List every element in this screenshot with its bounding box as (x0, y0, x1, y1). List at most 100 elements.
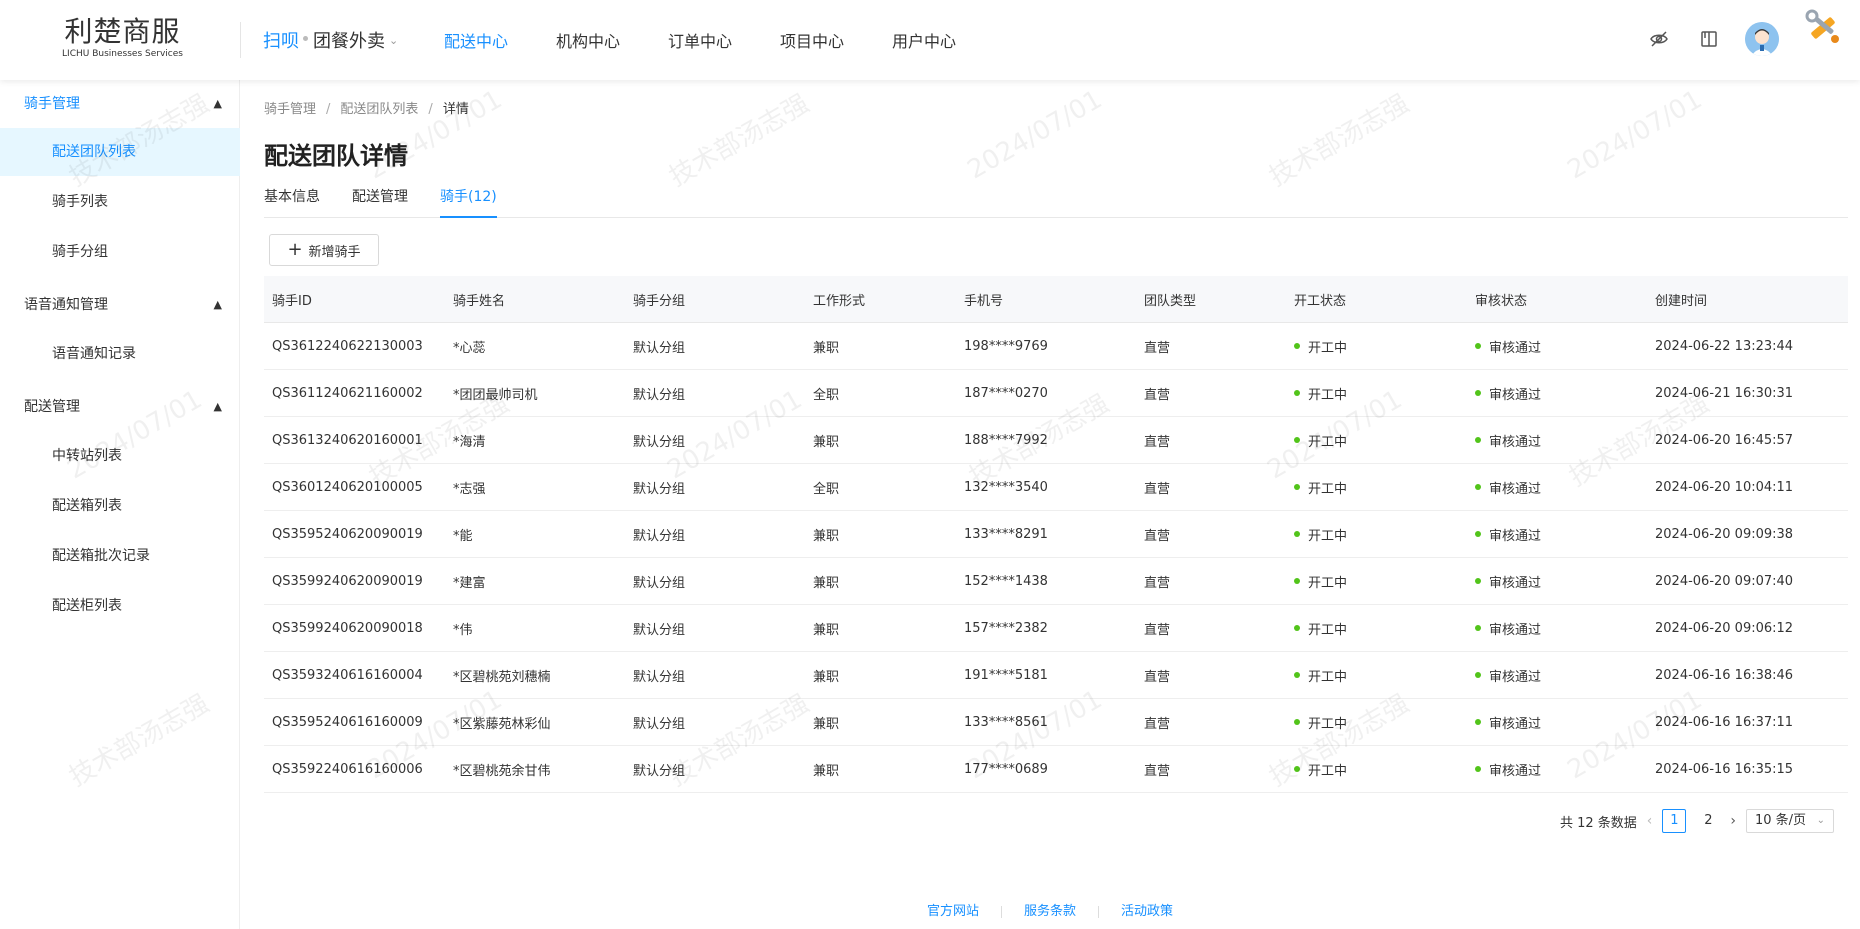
tab-bar: 基本信息 配送管理 骑手(12) (264, 186, 1848, 218)
eye-slash-icon[interactable] (1648, 28, 1670, 50)
created-time-cell: 2024-06-20 16:45:57 (1655, 432, 1794, 448)
chevron-right-icon[interactable]: › (1730, 813, 1736, 829)
scan-brand-link[interactable]: 扫呗 (263, 27, 299, 53)
created-time-cell: 2024-06-20 09:07:40 (1655, 573, 1794, 589)
table-row[interactable]: QS3612240622130003 *心蕊 默认分组 兼职 198****9769 直营… (264, 323, 1848, 370)
status-text: 开工中 (1308, 669, 1348, 685)
breadcrumb-item[interactable]: 骑手管理 (264, 102, 316, 117)
page-size-select[interactable]: 10 条/页 ⌄ (1746, 809, 1834, 833)
sidebar-group-delivery-management[interactable]: 配送管理 ▲ (0, 385, 240, 429)
phone-cell: 133****8561 (964, 714, 1048, 730)
nav-delivery-center[interactable]: 配送中心 (444, 28, 508, 52)
sidebar-group-voice-notify[interactable]: 语音通知管理 ▲ (0, 283, 240, 327)
review-status-cell: 审核通过 (1467, 384, 1647, 403)
rider-name-cell: *伟 (453, 622, 473, 638)
created-time-cell: 2024-06-20 10:04:11 (1655, 479, 1794, 495)
breadcrumb: 骑手管理 / 配送团队列表 / 详情 (264, 98, 469, 117)
rider-name-cell: *团团最帅司机 (453, 387, 538, 403)
work-status-cell: 开工中 (1286, 572, 1467, 591)
status-dot-icon (1294, 484, 1300, 490)
table-row[interactable]: QS3611240621160002 *团团最帅司机 默认分组 全职 187****02… (264, 370, 1848, 417)
review-status-cell: 审核通过 (1467, 572, 1647, 591)
book-icon[interactable] (1698, 28, 1720, 50)
footer-link-official-site[interactable]: 官方网站 (927, 904, 979, 919)
status-dot-icon (1475, 437, 1481, 443)
status-text: 开工中 (1308, 622, 1348, 638)
nav-user-center[interactable]: 用户中心 (892, 28, 956, 52)
add-rider-button[interactable]: + 新增骑手 (269, 234, 379, 266)
team-type-cell: 直营 (1144, 434, 1171, 450)
status-dot-icon (1294, 719, 1300, 725)
business-select-value: 团餐外卖 (313, 31, 385, 52)
created-time-cell: 2024-06-20 09:06:12 (1655, 620, 1794, 636)
sidebar-item-cabinet-list[interactable]: 配送柜列表 (0, 582, 240, 630)
footer-link-terms[interactable]: 服务条款 (1024, 904, 1076, 919)
work-type-cell: 兼职 (813, 669, 840, 685)
work-status-cell: 开工中 (1286, 619, 1467, 638)
business-select[interactable]: 团餐外卖 ⌄ (313, 27, 398, 53)
table-row[interactable]: QS3592240616160006 *区碧桃苑余甘伟 默认分组 兼职 177****0… (264, 746, 1848, 793)
sidebar-item-box-batch-records[interactable]: 配送箱批次记录 (0, 532, 240, 580)
chevron-left-icon[interactable]: ‹ (1647, 813, 1653, 829)
footer-link-activity-policy[interactable]: 活动政策 (1121, 904, 1173, 919)
nav-project-center[interactable]: 项目中心 (780, 28, 844, 52)
chevron-down-icon: ⌄ (1816, 815, 1825, 826)
status-dot-icon (1475, 719, 1481, 725)
logo[interactable]: 利楚商服 LICHU Businesses Services (60, 16, 185, 60)
table-row[interactable]: QS3599240620090019 *建富 默认分组 兼职 152****1438 直营… (264, 558, 1848, 605)
phone-cell: 198****9769 (964, 338, 1048, 354)
table-row[interactable]: QS3601240620100005 *志强 默认分组 全职 132****3540 直营… (264, 464, 1848, 511)
pagination-total: 共 12 条数据 (1559, 815, 1637, 831)
table-row[interactable]: QS3595240620090019 *能 默认分组 兼职 133****8291 直营 开… (264, 511, 1848, 558)
status-text: 审核通过 (1489, 669, 1542, 685)
tab-riders[interactable]: 骑手(12) (440, 186, 497, 218)
sidebar-item-rider-list[interactable]: 骑手列表 (0, 178, 240, 226)
created-time-cell: 2024-06-16 16:38:46 (1655, 667, 1794, 683)
breadcrumb-separator: / (326, 102, 331, 117)
status-text: 审核通过 (1489, 575, 1542, 591)
page-number-2[interactable]: 2 (1696, 809, 1720, 833)
sidebar-item-transfer-station-list[interactable]: 中转站列表 (0, 432, 240, 480)
rider-group-cell: 默认分组 (633, 528, 686, 544)
rider-id-cell: QS3592240616160006 (272, 761, 423, 777)
user-avatar-icon[interactable] (1745, 22, 1779, 56)
sidebar-item-team-list[interactable]: 配送团队列表 (0, 128, 240, 176)
status-dot-icon (1294, 766, 1300, 772)
phone-cell: 157****2382 (964, 620, 1048, 636)
column-header: 骑手ID (272, 293, 312, 309)
phone-cell: 187****0270 (964, 385, 1048, 401)
sidebar-item-rider-group[interactable]: 骑手分组 (0, 228, 240, 276)
created-time-cell: 2024-06-16 16:35:15 (1655, 761, 1794, 777)
status-text: 开工中 (1308, 340, 1348, 356)
tab-delivery-management[interactable]: 配送管理 (352, 186, 408, 218)
tab-basic-info[interactable]: 基本信息 (264, 186, 320, 218)
status-text: 开工中 (1308, 575, 1348, 591)
rider-id-cell: QS3593240616160004 (272, 667, 423, 683)
work-type-cell: 兼职 (813, 434, 840, 450)
sidebar: 骑手管理 ▲ 配送团队列表 骑手列表 骑手分组 语音通知管理 ▲ 语音通知记录 … (0, 80, 240, 929)
table-row[interactable]: QS3595240616160009 *区紫藤苑林彩仙 默认分组 兼职 133****8… (264, 699, 1848, 746)
rider-name-cell: *区紫藤苑林彩仙 (453, 716, 551, 732)
sidebar-group-label: 语音通知管理 (24, 297, 108, 313)
rider-id-cell: QS3599240620090019 (272, 573, 423, 589)
tools-icon[interactable] (1802, 6, 1844, 48)
table-row[interactable]: QS3593240616160004 *区碧桃苑刘穗楠 默认分组 兼职 191****5… (264, 652, 1848, 699)
review-status-cell: 审核通过 (1467, 525, 1647, 544)
nav-org-center[interactable]: 机构中心 (556, 28, 620, 52)
work-status-cell: 开工中 (1286, 666, 1467, 685)
work-type-cell: 兼职 (813, 763, 840, 779)
nav-order-center[interactable]: 订单中心 (668, 28, 732, 52)
status-text: 审核通过 (1489, 716, 1542, 732)
sidebar-item-voice-records[interactable]: 语音通知记录 (0, 330, 240, 378)
page-number-1[interactable]: 1 (1662, 809, 1687, 833)
work-type-cell: 全职 (813, 481, 840, 497)
table-row[interactable]: QS3599240620090018 *伟 默认分组 兼职 157****2382 直营 开… (264, 605, 1848, 652)
created-time-cell: 2024-06-20 09:09:38 (1655, 526, 1794, 542)
rider-name-cell: *建富 (453, 575, 486, 591)
status-text: 审核通过 (1489, 434, 1542, 450)
breadcrumb-item[interactable]: 配送团队列表 (340, 102, 418, 117)
table-row[interactable]: QS3613240620160001 *海清 默认分组 兼职 188****7992 直营… (264, 417, 1848, 464)
sidebar-group-rider-management[interactable]: 骑手管理 ▲ (0, 82, 240, 126)
status-dot-icon (1294, 578, 1300, 584)
sidebar-item-delivery-box-list[interactable]: 配送箱列表 (0, 482, 240, 530)
